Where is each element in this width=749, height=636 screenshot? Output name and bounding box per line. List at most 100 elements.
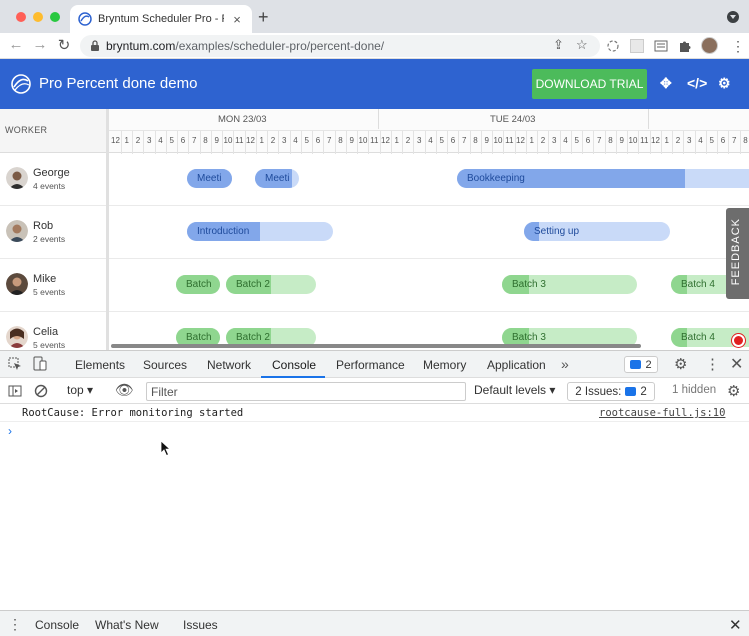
issues-button[interactable]: 2 Issues: 2 (567, 382, 655, 401)
event-bar[interactable]: Bookkeeping (457, 169, 749, 188)
resource-row[interactable]: Celia 5 events (0, 312, 106, 350)
event-bar[interactable]: Batch (176, 275, 220, 294)
console-source-link[interactable]: rootcause-full.js:10 (599, 407, 725, 419)
device-toggle-icon[interactable] (33, 356, 47, 371)
settings-gear-icon[interactable]: ⚙ (718, 75, 731, 92)
event-bar[interactable]: Batch 2 (226, 275, 316, 294)
hour-tick-label: 2 (675, 136, 681, 145)
code-icon[interactable]: </> (687, 75, 707, 91)
devtools-settings-gear-icon[interactable]: ⚙ (674, 355, 687, 373)
live-expression-eye-icon[interactable]: 👁 (115, 381, 134, 399)
resource-name: Mike (33, 273, 57, 285)
hour-tick-label: 1 (259, 136, 264, 145)
hour-tick-label: 4 (158, 136, 163, 145)
url-field[interactable]: bryntum.com/examples/scheduler-pro/perce… (80, 35, 600, 57)
resource-row[interactable]: Mike 5 events (0, 259, 106, 312)
hour-tick-label: 9 (484, 136, 489, 145)
minimize-window-button[interactable] (33, 12, 43, 22)
event-bar[interactable]: Meeti (255, 169, 299, 188)
share-icon[interactable]: ⇪ (553, 37, 564, 53)
mouse-pointer-icon (160, 440, 172, 457)
log-levels-dropdown[interactable]: Default levels ▾ (474, 383, 555, 397)
event-bar[interactable]: Batch 3 (502, 275, 637, 294)
page-title: Pro Percent done demo (39, 75, 198, 92)
tab-performance[interactable]: Performance (336, 358, 405, 372)
hour-tick-label: 12 (516, 136, 525, 145)
drawer-menu-icon[interactable]: ⋮ (8, 616, 22, 633)
hour-tick-label: 6 (585, 136, 591, 145)
resource-row[interactable]: Rob 2 events (0, 206, 106, 259)
extension-box-icon[interactable] (630, 39, 644, 53)
maximize-window-button[interactable] (50, 12, 60, 22)
devtools-panel: Elements Sources Network Console Perform… (0, 350, 749, 636)
more-tabs-icon[interactable]: » (561, 356, 569, 372)
hour-tick-label: 10 (493, 136, 503, 145)
hour-tick-label: 1 (124, 136, 129, 145)
resource-event-count: 5 events (33, 287, 66, 297)
hour-tick-label: 11 (235, 136, 244, 145)
tab-memory[interactable]: Memory (423, 358, 466, 372)
tab-close-icon[interactable]: × (230, 12, 244, 27)
sidebar-toggle-icon[interactable] (8, 384, 22, 398)
forward-icon[interactable]: → (31, 36, 49, 53)
console-toolbar: top ▾ 👁 Default levels ▾ 2 Issues: 2 1 h… (0, 378, 749, 404)
back-icon[interactable]: ← (7, 36, 25, 53)
filter-field[interactable] (146, 382, 466, 401)
browser-tab[interactable]: Bryntum Scheduler Pro - Pro P × (70, 5, 252, 33)
console-settings-gear-icon[interactable]: ⚙ (727, 382, 740, 400)
clear-console-icon[interactable] (34, 384, 48, 398)
hour-tick-label: 8 (203, 136, 208, 145)
drawer-tab-whats-new[interactable]: What's New (95, 618, 159, 632)
hour-tick-label: 6 (450, 136, 456, 145)
issue-bubble-icon (625, 387, 637, 396)
tab-search-icon[interactable] (727, 11, 739, 23)
download-trial-button[interactable]: DOWNLOAD TRIAL (532, 69, 647, 99)
hour-tick-label: 1 (529, 136, 534, 145)
devtools-menu-icon[interactable]: ⋮ (705, 355, 720, 373)
event-label: Batch 4 (681, 279, 715, 290)
context-selector[interactable]: top ▾ (67, 383, 93, 397)
bookmark-star-icon[interactable]: ☆ (576, 37, 588, 53)
puzzle-icon[interactable] (678, 39, 692, 53)
profile-avatar[interactable] (701, 37, 718, 54)
record-indicator-icon[interactable] (732, 334, 745, 347)
hour-tick-label: 9 (619, 136, 624, 145)
horizontal-scrollbar[interactable] (111, 344, 641, 348)
tab-elements[interactable]: Elements (75, 358, 125, 372)
hour-tick-label: 8 (473, 136, 478, 145)
drawer-tab-issues[interactable]: Issues (183, 618, 218, 632)
hour-tick-label: 8 (338, 136, 343, 145)
tab-application[interactable]: Application (487, 358, 546, 372)
tab-sources[interactable]: Sources (143, 358, 187, 372)
filter-input[interactable] (147, 383, 465, 400)
extension-icon[interactable] (606, 39, 620, 53)
new-tab-icon[interactable]: + (258, 7, 269, 28)
fullscreen-move-icon[interactable]: ✥ (660, 75, 672, 92)
hour-tick-label: 2 (270, 136, 276, 145)
inspect-element-icon[interactable] (8, 357, 22, 371)
event-label: Batch 4 (681, 332, 715, 343)
devtools-close-icon[interactable]: ✕ (730, 354, 743, 374)
devtools-tab-bar: Elements Sources Network Console Perform… (0, 351, 749, 378)
browser-menu-icon[interactable]: ⋮ (731, 38, 745, 55)
day-separator (648, 109, 649, 129)
drawer-tab-console[interactable]: Console (35, 618, 79, 632)
reader-icon[interactable] (654, 39, 668, 53)
hour-row: 12 1 2 3 4 5 6 7 8 9 10 11 12 1 2 3 4 5 6 7 8 9 10 11 12 1 2 3 4 5 6 7 8… (109, 130, 749, 154)
reload-icon[interactable]: ↻ (55, 36, 73, 54)
event-bar[interactable]: Meeti (187, 169, 232, 188)
tab-console[interactable]: Console (272, 358, 316, 372)
resource-row[interactable]: George 4 events (0, 153, 106, 206)
message-count-badge[interactable]: 2 (624, 356, 658, 373)
event-bar[interactable]: Setting up (524, 222, 670, 241)
hour-tick-label: 1 (664, 136, 669, 145)
drawer-close-icon[interactable]: ✕ (729, 616, 742, 634)
worker-column-header[interactable]: WORKER (0, 109, 106, 153)
console-prompt-chevron-icon[interactable]: › (8, 424, 12, 438)
tab-network[interactable]: Network (207, 358, 251, 372)
close-window-button[interactable] (16, 12, 26, 22)
event-label: Bookkeeping (467, 173, 525, 184)
feedback-button[interactable]: FEEDBACK (726, 208, 749, 299)
bryntum-favicon-icon (78, 12, 92, 26)
event-bar[interactable]: Introduction (187, 222, 333, 241)
